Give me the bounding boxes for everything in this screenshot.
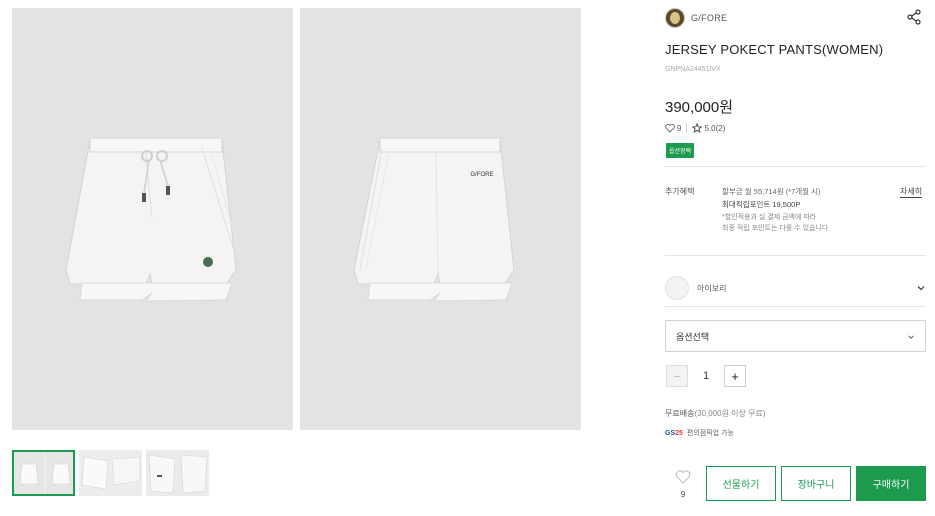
chevron-down-icon	[917, 286, 925, 291]
quantity-value[interactable]: 1	[688, 370, 724, 382]
like-count: 9	[677, 123, 682, 133]
points-text: 최대적립포인트 19,500P	[722, 199, 801, 209]
wishlist-button[interactable]: 9	[672, 470, 694, 499]
gs25-logo: GS25	[665, 430, 683, 437]
gs25-pickup-row: GS25 편의점픽업 가능	[665, 428, 734, 438]
thumbnail-3-illustration	[147, 451, 208, 495]
detail-link[interactable]: 자세히	[900, 186, 923, 198]
quantity-stepper: − 1 +	[666, 365, 746, 387]
color-swatch	[665, 276, 689, 300]
gs25-text: 편의점픽업 가능	[686, 430, 734, 437]
color-name: 아이보리	[697, 283, 727, 293]
shipping-sub: (30,000원 이상 무료)	[694, 409, 766, 418]
installment-text: 할부금 월 55,714원 (*7개월 시)	[722, 187, 821, 196]
wishlist-count: 9	[680, 490, 686, 499]
benefit-body: 할부금 월 55,714원 (*7개월 시) 최대적립포인트 19,500P *…	[722, 186, 828, 234]
color-option-row[interactable]: 아이보리	[665, 276, 926, 300]
buy-button[interactable]: 구매하기	[856, 466, 926, 501]
share-icon[interactable]	[906, 9, 922, 25]
heart-icon[interactable]	[665, 123, 675, 133]
thumbnail-1-illustration	[14, 452, 73, 494]
thumbnail-strip	[12, 450, 209, 496]
thumbnail-2[interactable]	[79, 450, 142, 496]
rating-text[interactable]: 5.0(2)	[704, 124, 725, 133]
cart-button[interactable]: 장바구니	[781, 466, 851, 501]
quantity-decrease-button[interactable]: −	[666, 365, 688, 387]
heart-icon	[675, 470, 691, 484]
product-price: 390,000원	[665, 99, 734, 116]
brand-row[interactable]: G/FORE	[665, 8, 727, 28]
divider	[665, 166, 926, 167]
product-meta-row: 9 5.0(2)	[665, 123, 725, 133]
garment-logo-text: G/FORE	[470, 172, 493, 178]
gs25-logo-prefix: GS	[665, 429, 676, 437]
shipping-info: 무료배송(30,000원 이상 무료)	[665, 408, 766, 419]
gift-button[interactable]: 선물하기	[706, 466, 776, 501]
product-image-back[interactable]: G/FORE	[300, 8, 581, 430]
gs25-logo-num: 25	[675, 429, 683, 437]
product-code: GNPNA24451IVX	[665, 66, 721, 73]
option-select-label: 옵션선택	[676, 331, 710, 342]
shorts-back-illustration: G/FORE	[353, 137, 515, 302]
brand-name: G/FORE	[691, 13, 728, 23]
product-image-front[interactable]	[12, 8, 293, 430]
shipping-main: 무료배송	[665, 409, 695, 418]
quantity-increase-button[interactable]: +	[724, 365, 746, 387]
thumbnail-2-illustration	[80, 451, 141, 495]
shorts-front-illustration	[65, 137, 245, 302]
benefit-note: *할인적용과 실 결제 금액에 따라 최종 적립 포인트는 다를 수 있습니다	[722, 212, 828, 234]
option-select[interactable]: 옵션선택	[665, 320, 926, 352]
benefit-note-line2: 최종 적립 포인트는 다를 수 있습니다	[722, 225, 829, 232]
divider	[686, 123, 688, 133]
benefit-label: 추가혜택	[665, 187, 695, 196]
status-badge: 옵션정택	[666, 143, 695, 158]
divider	[665, 255, 926, 256]
product-title: JERSEY POKECT PANTS(WOMEN)	[665, 42, 884, 57]
chevron-down-icon	[908, 335, 914, 339]
thumbnail-3[interactable]	[146, 450, 209, 496]
brand-avatar	[665, 8, 685, 28]
benefit-note-line1: *할인적용과 실 결제 금액에 따라	[722, 214, 817, 221]
divider	[665, 306, 926, 307]
star-icon	[692, 123, 703, 133]
thumbnail-1[interactable]	[12, 450, 75, 496]
